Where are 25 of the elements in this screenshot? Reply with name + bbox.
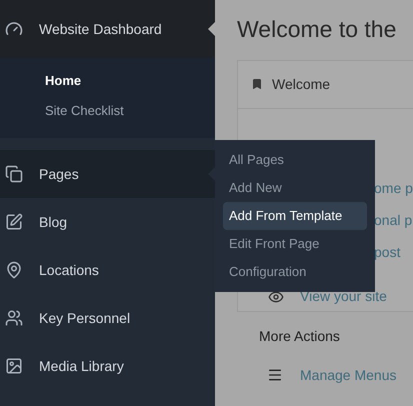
pointer-icon [208,22,215,36]
submenu-item[interactable]: Home [0,66,215,96]
pages-icon [5,165,23,183]
gauge-icon [5,20,23,38]
flyout-item[interactable]: All Pages [223,146,367,174]
image-icon [5,357,23,375]
flyout-item[interactable]: Configuration [223,258,367,286]
bookmark-icon [251,78,263,90]
map-pin-icon [5,261,23,279]
page-title: Welcome to the [237,15,398,44]
menu-icon [267,367,283,383]
panel-title: Welcome [272,74,330,94]
section-title: More Actions [259,326,341,346]
sidebar-item[interactable]: Website Dashboard [0,0,215,58]
sidebar-item[interactable]: Key Personnel [0,294,215,342]
flyout-item[interactable]: Add New [223,174,367,202]
sidebar-item[interactable]: Blog [0,198,215,246]
people-icon [5,309,23,327]
sidebar-item[interactable]: Media Library [0,342,215,390]
sidebar-item[interactable]: Locations [0,246,215,294]
flyout-item[interactable]: Edit Front Page [223,230,367,258]
pencil-square-icon [5,213,23,231]
sidebar-item[interactable]: Pages [0,150,215,198]
submenu-item[interactable]: Site Checklist [0,96,215,126]
flyout-item[interactable]: Add From Template [223,202,367,230]
